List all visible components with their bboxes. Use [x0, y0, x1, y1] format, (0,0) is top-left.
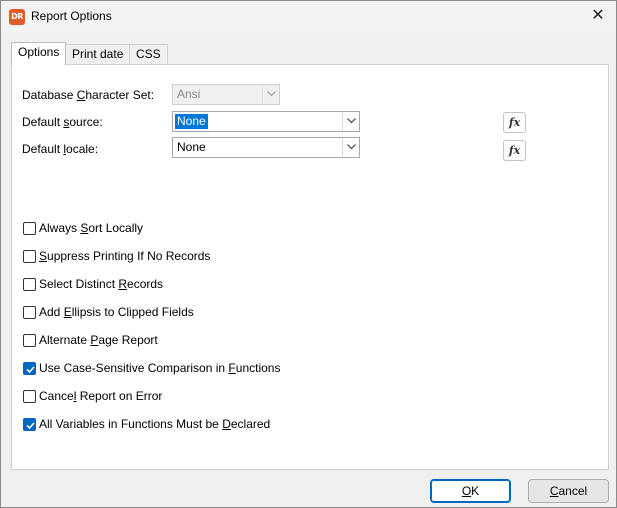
charset-value: Ansi — [177, 87, 201, 101]
title-bar: DR Report Options ✕ — [1, 1, 616, 32]
source-select[interactable]: None — [172, 111, 360, 132]
tab-options-label: Options — [18, 45, 60, 59]
source-label: Default source: — [22, 115, 103, 129]
tab-print-date[interactable]: Print date — [65, 44, 131, 64]
checkbox-label: Always Sort Locally — [39, 221, 144, 235]
tab-options[interactable]: Options — [11, 42, 67, 65]
charset-label: Database Character Set: — [22, 88, 155, 102]
checkbox-box-checked[interactable] — [23, 418, 36, 431]
chevron-down-icon — [342, 138, 359, 157]
locale-label: Default locale: — [22, 142, 99, 156]
checkmark-icon — [26, 422, 35, 430]
tab-css-label: CSS — [136, 47, 161, 61]
checkbox-box[interactable] — [23, 306, 36, 319]
checkbox-box[interactable] — [23, 390, 36, 403]
tab-print-date-label: Print date — [72, 47, 124, 61]
report-options-dialog: DR Report Options ✕ Options Print date C… — [0, 0, 617, 508]
checkbox-label: Add Ellipsis to Clipped Fields — [39, 305, 194, 319]
source-function-button[interactable]: fx — [503, 112, 526, 133]
close-icon[interactable]: ✕ — [584, 4, 612, 28]
locale-value: None — [177, 140, 206, 154]
charset-select[interactable]: Ansi — [172, 84, 280, 105]
checkbox-box[interactable] — [23, 334, 36, 347]
checkbox-label: Cancel Report on Error — [39, 389, 163, 403]
cancel-button[interactable]: Cancel — [528, 479, 609, 503]
locale-function-button[interactable]: fx — [503, 140, 526, 161]
options-panel: Database Character Set: Ansi Default sou… — [11, 64, 609, 470]
source-value: None — [175, 114, 208, 129]
checkbox-label: Select Distinct Records — [39, 277, 164, 291]
checkbox-box[interactable] — [23, 278, 36, 291]
checkbox-box[interactable] — [23, 250, 36, 263]
checkbox-label: Use Case-Sensitive Comparison in Functio… — [39, 361, 281, 375]
checkmark-icon — [26, 366, 35, 374]
locale-select[interactable]: None — [172, 137, 360, 158]
app-logo-icon: DR — [9, 9, 25, 25]
ok-button[interactable]: OK — [430, 479, 511, 503]
checkbox-label: Alternate Page Report — [39, 333, 158, 347]
chevron-down-icon — [262, 85, 279, 104]
dialog-title: Report Options — [31, 9, 112, 23]
checkbox-label: All Variables in Functions Must be Decla… — [39, 417, 271, 431]
checkbox-box[interactable] — [23, 222, 36, 235]
checkbox-box-checked[interactable] — [23, 362, 36, 375]
checkbox-label: Suppress Printing If No Records — [39, 249, 211, 263]
chevron-down-icon — [342, 112, 359, 131]
tab-css[interactable]: CSS — [129, 44, 168, 64]
